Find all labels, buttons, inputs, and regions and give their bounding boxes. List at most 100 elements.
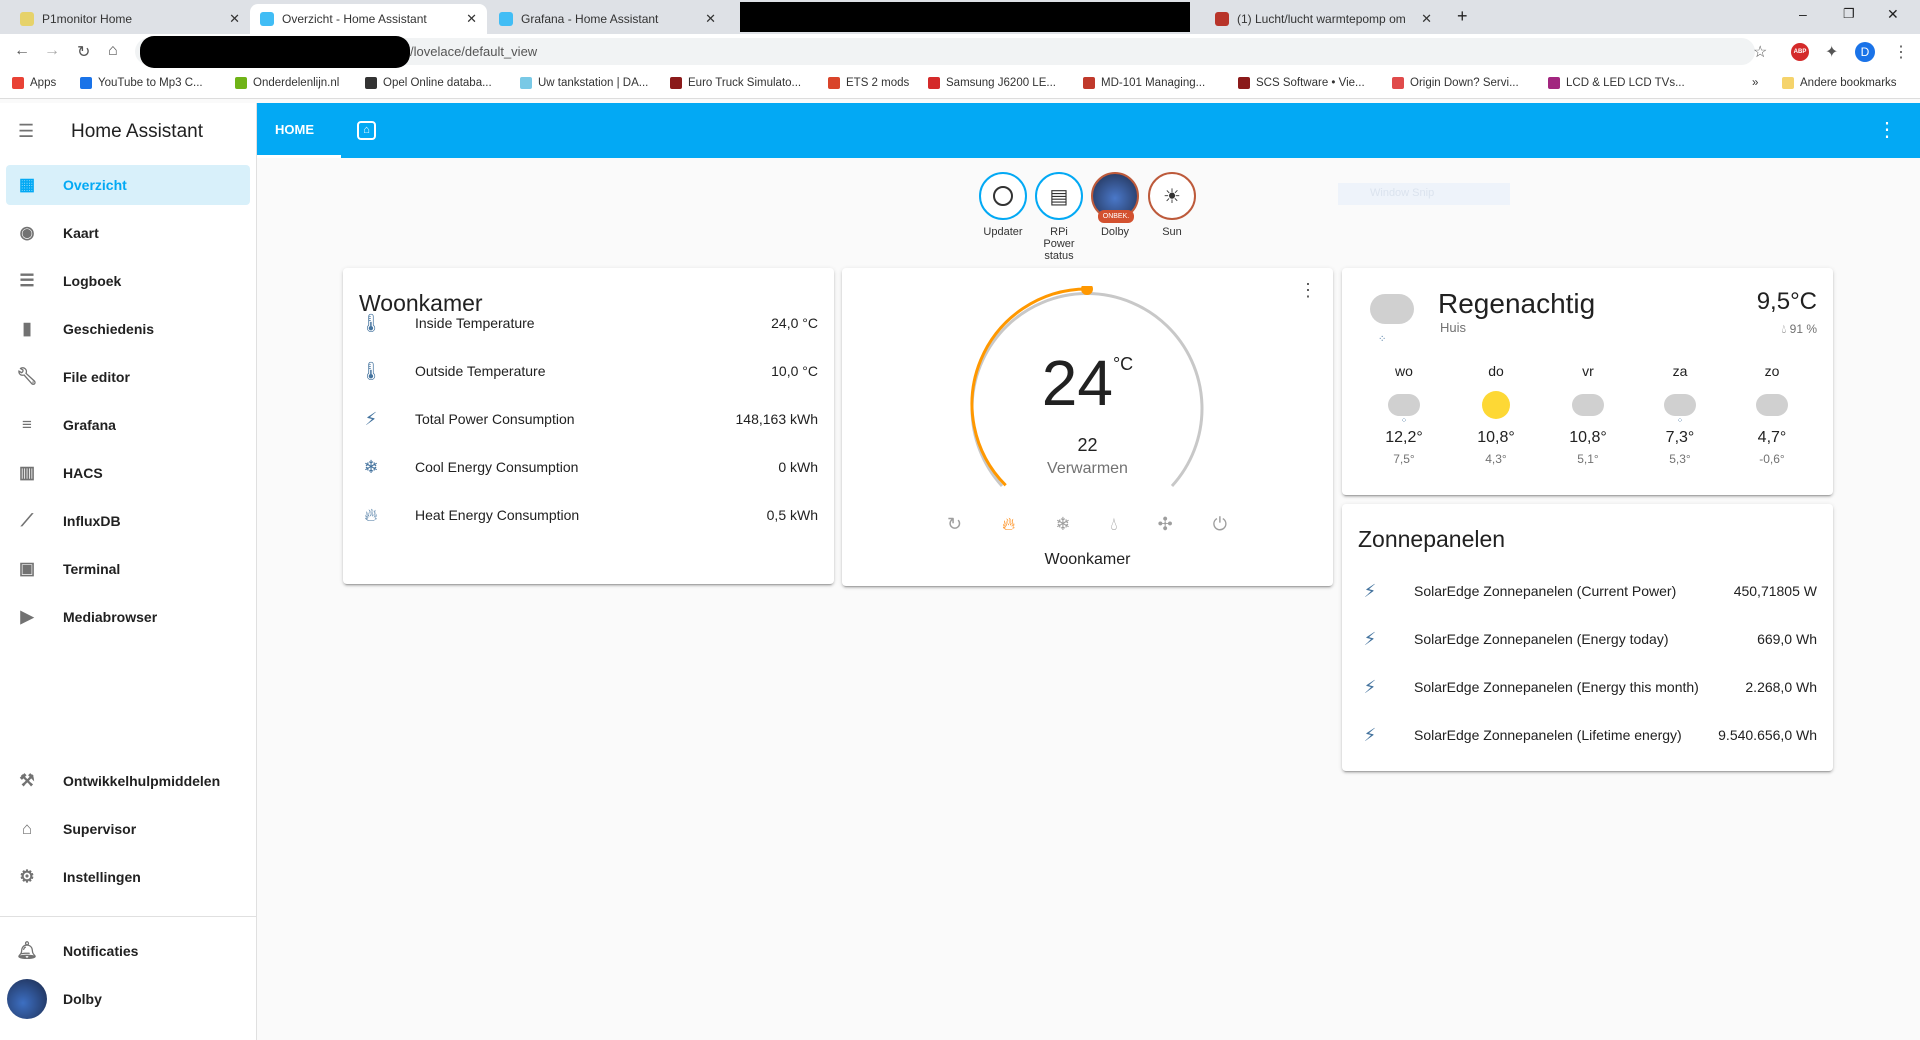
bookmark-item[interactable]: Origin Down? Servi... bbox=[1392, 77, 1519, 89]
cool-mode-icon[interactable]: ❄ bbox=[1055, 514, 1070, 535]
forward-icon[interactable]: → bbox=[44, 42, 60, 60]
bookmark-label: Opel Online databa... bbox=[383, 77, 492, 89]
bookmark-item[interactable]: MD-101 Managing... bbox=[1083, 77, 1205, 89]
extensions-icon[interactable]: ✦ bbox=[1825, 42, 1838, 62]
badge-updater[interactable]: Updater bbox=[978, 172, 1028, 238]
badge-dolby[interactable]: ONBEK. Dolby bbox=[1090, 172, 1140, 238]
new-tab-button[interactable]: + bbox=[1457, 6, 1468, 27]
tab-p1monitor[interactable]: P1monitor Home ✕ bbox=[10, 4, 250, 34]
bookmark-label: Samsung J6200 LE... bbox=[946, 77, 1056, 89]
forecast-low: 7,5° bbox=[1393, 452, 1415, 466]
off-mode-icon[interactable]: ⏻ bbox=[1213, 514, 1227, 535]
sidebar-item-influxdb[interactable]: ⟋ InfluxDB bbox=[6, 501, 250, 541]
bookmark-item[interactable]: Apps bbox=[12, 77, 56, 89]
minimize-button[interactable]: – bbox=[1799, 6, 1807, 22]
sidebar-item-kaart[interactable]: ◉ Kaart bbox=[6, 213, 250, 253]
sidebar-item-terminal[interactable]: ▣ Terminal bbox=[6, 549, 250, 589]
entity-name: Inside Temperature bbox=[415, 315, 535, 331]
sidebar-item-grafana[interactable]: ≡ Grafana bbox=[6, 405, 250, 445]
entity-row[interactable]: 🌡︎ Outside Temperature 10,0 °C bbox=[359, 351, 818, 391]
sidebar-item-supervisor[interactable]: ⌂ Supervisor bbox=[6, 809, 250, 849]
bookmark-item[interactable]: LCD & LED LCD TVs... bbox=[1548, 77, 1685, 89]
entity-row[interactable]: ⚡︎ SolarEdge Zonnepanelen (Energy this mo… bbox=[1358, 667, 1817, 707]
bookmark-label: Origin Down? Servi... bbox=[1410, 77, 1519, 89]
adblock-icon[interactable]: ABP bbox=[1791, 43, 1809, 61]
entity-row[interactable]: ⚡︎ SolarEdge Zonnepanelen (Current Power)… bbox=[1358, 571, 1817, 611]
dry-mode-icon[interactable]: 💧︎ bbox=[1110, 514, 1117, 535]
bookmark-item[interactable]: Samsung J6200 LE... bbox=[928, 77, 1056, 89]
reload-icon[interactable]: ↻ bbox=[77, 42, 90, 62]
weather-card[interactable]: ⁘ Regenachtig Huis 9,5°C 💧︎ 91 % wo ⁘ 12,2… bbox=[1342, 268, 1833, 495]
bookmark-item[interactable]: SCS Software • Vie... bbox=[1238, 77, 1365, 89]
tab-overzicht[interactable]: Overzicht - Home Assistant ✕ bbox=[250, 4, 487, 34]
entity-row[interactable]: 🔥︎ Heat Energy Consumption 0,5 kWh bbox=[359, 495, 818, 535]
heat-mode-icon[interactable]: 🔥︎ bbox=[1002, 514, 1015, 535]
sidebar-item-geschiedenis[interactable]: ▮ Geschiedenis bbox=[6, 309, 250, 349]
entity-value: 0 kWh bbox=[778, 459, 818, 475]
thermostat-menu-icon[interactable]: ⋮ bbox=[1299, 280, 1317, 301]
sidebar-item-label: HACS bbox=[63, 465, 103, 481]
entity-row[interactable]: ❄ Cool Energy Consumption 0 kWh bbox=[359, 447, 818, 487]
redacted-host bbox=[140, 36, 410, 68]
menu-toggle-icon[interactable]: ☰ bbox=[18, 121, 34, 142]
entity-row[interactable]: ⚡︎ Total Power Consumption 148,163 kWh bbox=[359, 399, 818, 439]
terminal-icon: ▣ bbox=[18, 559, 36, 578]
restore-button[interactable]: ❐ bbox=[1843, 6, 1855, 22]
bookmark-item[interactable]: Onderdelenlijn.nl bbox=[235, 77, 339, 89]
bookmark-favicon-icon bbox=[80, 77, 92, 89]
sidebar-item-mediabrowser[interactable]: ▶ Mediabrowser bbox=[6, 597, 250, 637]
current-temperature: 9,5°C bbox=[1756, 288, 1817, 315]
badge-label: Updater bbox=[983, 226, 1023, 238]
close-tab-icon[interactable]: ✕ bbox=[466, 11, 477, 27]
close-window-button[interactable]: ✕ bbox=[1887, 6, 1899, 23]
entity-row[interactable]: ⚡︎ SolarEdge Zonnepanelen (Lifetime energ… bbox=[1358, 715, 1817, 755]
menu-icon[interactable]: ⋮ bbox=[1893, 42, 1909, 62]
forecast-day-label: vr bbox=[1582, 363, 1594, 379]
bookmark-label: YouTube to Mp3 C... bbox=[98, 77, 203, 89]
sidebar-title: Home Assistant bbox=[71, 121, 203, 142]
temperature-unit: °C bbox=[1112, 354, 1134, 374]
sidebar-item-hacs[interactable]: ▥ HACS bbox=[6, 453, 250, 493]
sidebar-item-instellingen[interactable]: ⚙ Instellingen bbox=[6, 857, 250, 897]
bookmark-item[interactable]: Euro Truck Simulato... bbox=[670, 77, 801, 89]
other-bookmarks-folder[interactable]: Andere bookmarks bbox=[1782, 77, 1897, 89]
home-icon[interactable]: ⌂ bbox=[108, 42, 118, 60]
profile-avatar[interactable]: D bbox=[1855, 42, 1875, 62]
sidebar-item-ontwikkelhulpmiddelen[interactable]: ⚒ Ontwikkelhulpmiddelen bbox=[6, 761, 250, 801]
star-icon[interactable]: ☆ bbox=[1753, 42, 1767, 62]
fan-mode-icon[interactable]: ✣ bbox=[1158, 514, 1173, 535]
sidebar-item-notificaties[interactable]: 🔔︎ Notificaties bbox=[6, 931, 250, 971]
badge-rpi-power[interactable]: ▤ RPi Power status bbox=[1034, 172, 1084, 262]
bookmark-item[interactable]: Uw tankstation | DA... bbox=[520, 77, 648, 89]
badge-sun[interactable]: ☀ Sun bbox=[1147, 172, 1197, 238]
close-tab-icon[interactable]: ✕ bbox=[705, 11, 716, 27]
bookmark-item[interactable]: YouTube to Mp3 C... bbox=[80, 77, 203, 89]
forecast-day-label: za bbox=[1672, 363, 1688, 379]
history-icon: ▮ bbox=[22, 319, 32, 338]
overflow-menu-icon[interactable]: ⋮ bbox=[1877, 117, 1897, 142]
forecast-day: wo ⁘ 12,2° 7,5° bbox=[1374, 363, 1434, 466]
close-tab-icon[interactable]: ✕ bbox=[1421, 11, 1432, 27]
sidebar-item-user[interactable]: Dolby bbox=[6, 979, 250, 1019]
map-tab-icon[interactable]: ⌂ bbox=[357, 121, 376, 140]
sidebar-item-file-editor[interactable]: 🔧︎ File editor bbox=[6, 357, 250, 397]
forecast-high: 10,8° bbox=[1477, 429, 1515, 446]
fire-icon: 🔥︎ bbox=[364, 504, 378, 525]
sun-icon: ☀ bbox=[1148, 172, 1196, 220]
sidebar-item-logboek[interactable]: ☰ Logboek bbox=[6, 261, 250, 301]
tab-home[interactable]: HOME bbox=[275, 122, 314, 137]
person-picture: ONBEK. bbox=[1091, 172, 1139, 223]
bookmark-item[interactable]: Opel Online databa... bbox=[365, 77, 492, 89]
forecast-low: -0,6° bbox=[1759, 452, 1785, 466]
sidebar-item-overzicht[interactable]: ▦ Overzicht bbox=[6, 165, 250, 205]
close-tab-icon[interactable]: ✕ bbox=[229, 11, 240, 27]
bookmark-label: Apps bbox=[30, 77, 57, 89]
entity-row[interactable]: 🌡︎ Inside Temperature 24,0 °C bbox=[359, 303, 818, 343]
entity-row[interactable]: ⚡︎ SolarEdge Zonnepanelen (Energy today) 6… bbox=[1358, 619, 1817, 659]
back-icon[interactable]: ← bbox=[14, 42, 30, 60]
more-bookmarks-button[interactable]: » bbox=[1752, 77, 1758, 89]
tab-grafana[interactable]: Grafana - Home Assistant ✕ bbox=[489, 4, 726, 34]
auto-mode-icon[interactable]: ↻ bbox=[947, 514, 962, 535]
bookmark-item[interactable]: ETS 2 mods bbox=[828, 77, 909, 89]
tab-lucht[interactable]: (1) Lucht/lucht warmtepomp om ✕ bbox=[1205, 4, 1442, 34]
